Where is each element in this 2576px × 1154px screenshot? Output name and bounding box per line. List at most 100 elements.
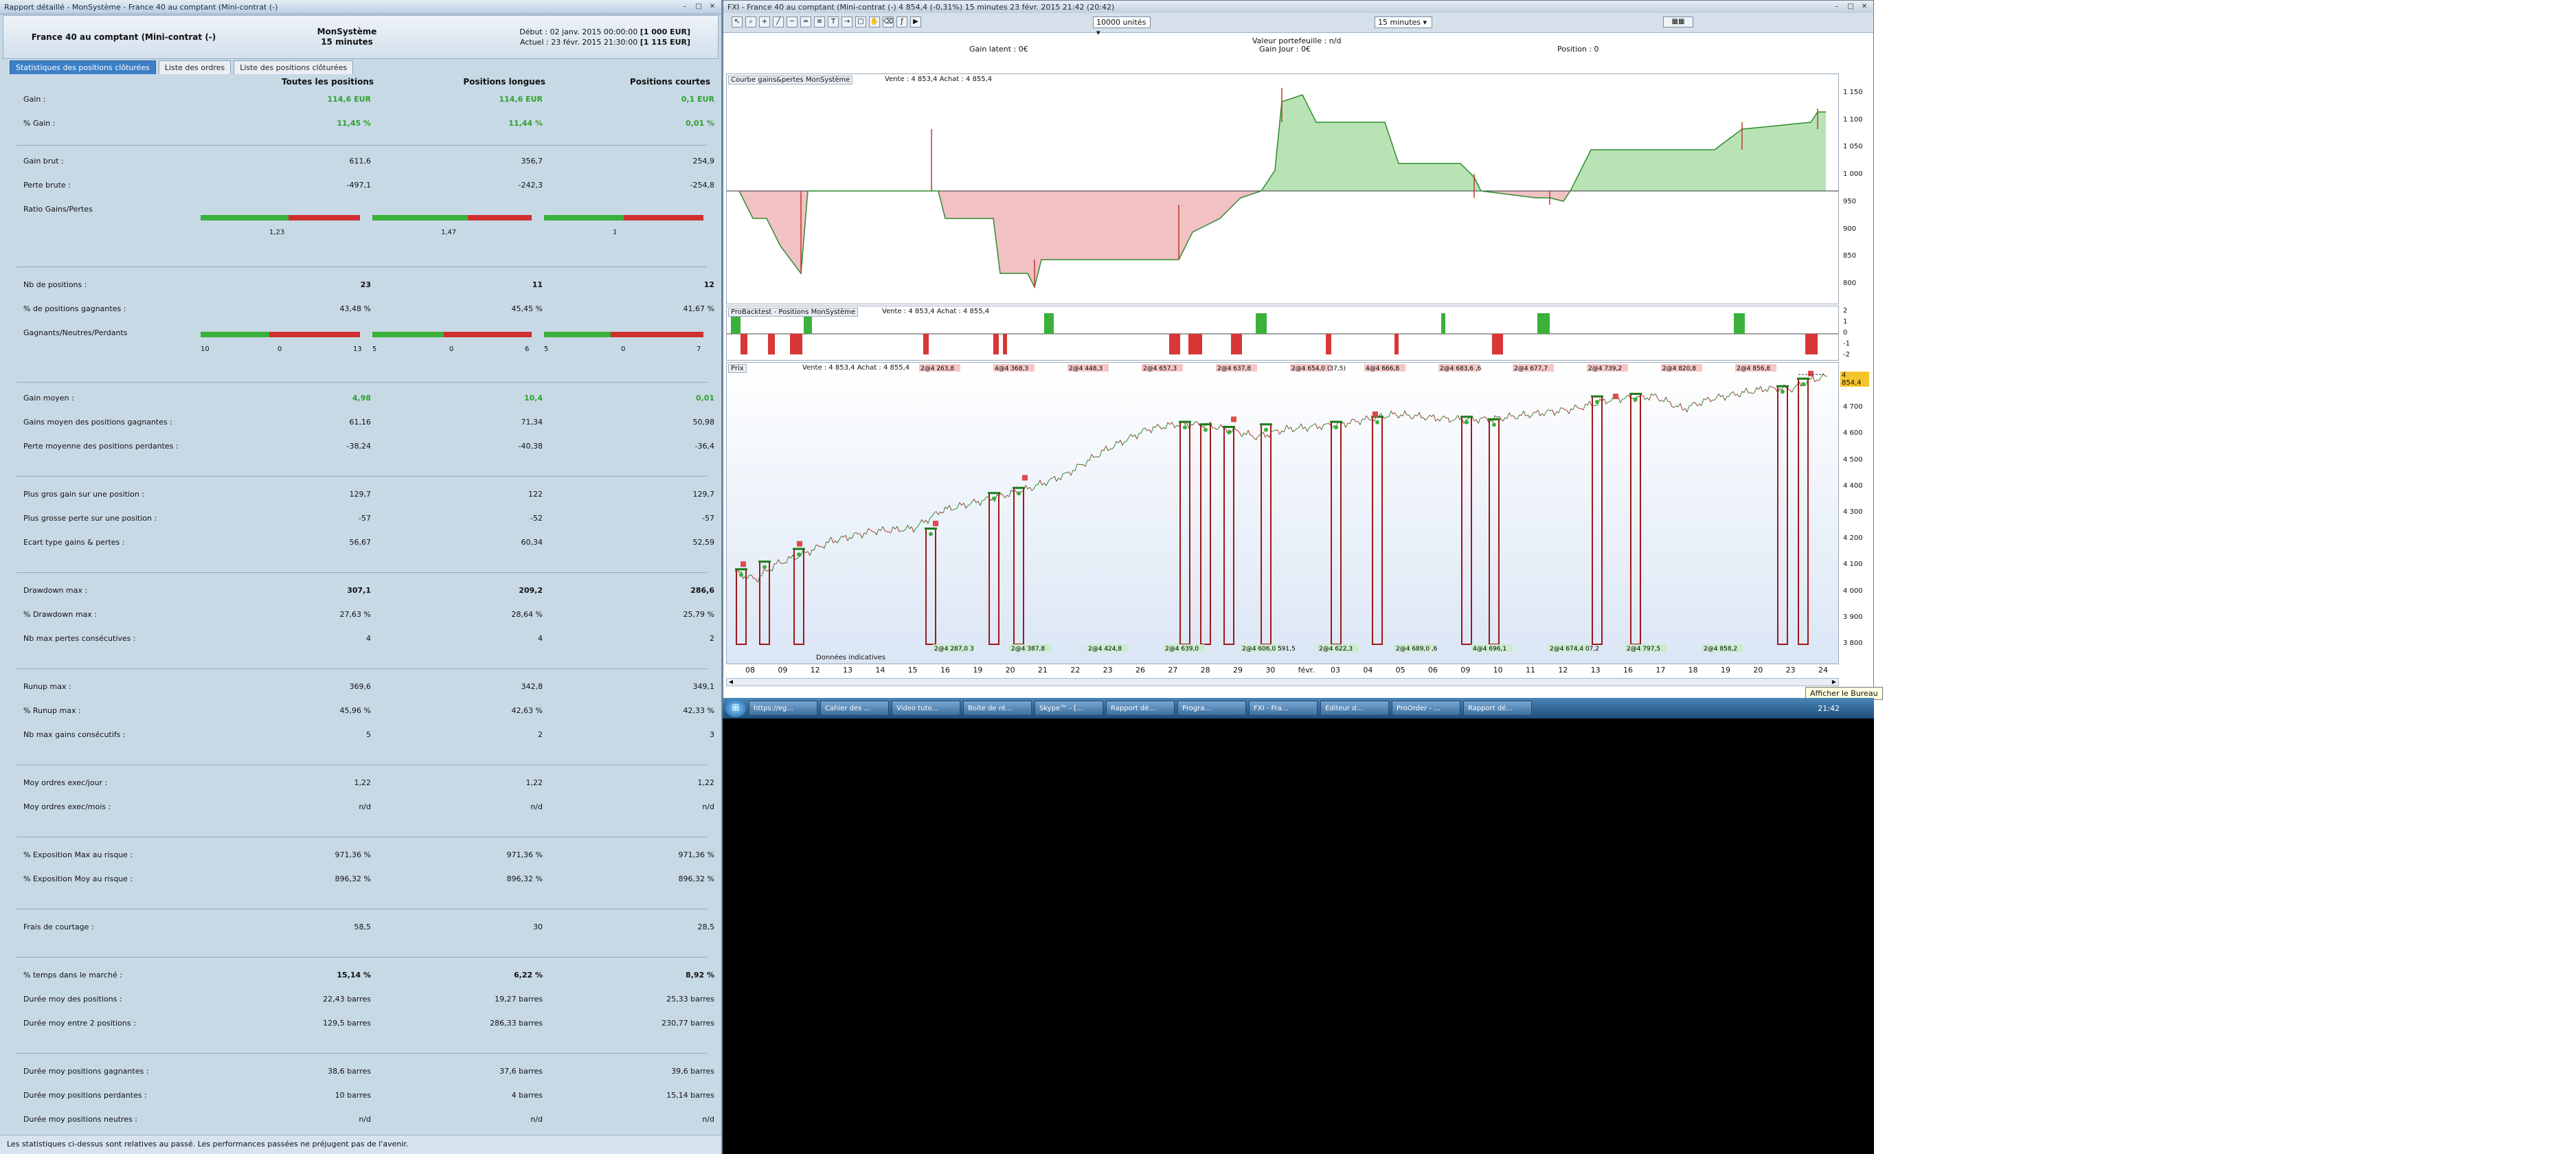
start-button[interactable]: ⊞ bbox=[725, 699, 746, 717]
price-segment bbox=[1062, 473, 1065, 475]
units-select[interactable]: 10000 unités ▾ bbox=[1093, 16, 1151, 37]
taskbar-item[interactable]: ProOrder - ... bbox=[1392, 701, 1460, 716]
price-segment bbox=[1237, 430, 1241, 434]
price-segment bbox=[949, 505, 952, 511]
col-header-short: Positions courtes bbox=[629, 77, 710, 87]
hline-tool-icon[interactable]: ─ bbox=[787, 16, 798, 27]
desktop-background bbox=[723, 719, 1874, 1154]
timeframe-select[interactable]: 15 minutes ▾ bbox=[1375, 16, 1432, 28]
axis-tick-label: 4 400 bbox=[1843, 482, 1863, 490]
price-segment bbox=[1730, 391, 1734, 394]
tab-closed-positions[interactable]: Liste des positions clôturées bbox=[234, 60, 354, 75]
report-titlebar[interactable]: Rapport détaillé - MonSystème - France 4… bbox=[0, 0, 721, 14]
price-segment bbox=[915, 526, 918, 529]
price-segment bbox=[1043, 482, 1047, 486]
minimize-icon[interactable]: – bbox=[680, 3, 690, 11]
separator bbox=[16, 145, 707, 146]
price-segment bbox=[1315, 423, 1318, 429]
equity-loss-area bbox=[739, 191, 1826, 287]
channel-tool-icon[interactable]: ═ bbox=[800, 16, 811, 27]
line-tool-icon[interactable]: ╱ bbox=[773, 16, 784, 27]
price-segment bbox=[1404, 410, 1408, 416]
taskbar-item[interactable]: Rapport dé... bbox=[1463, 701, 1532, 716]
price-segment bbox=[1124, 440, 1127, 442]
date-tick-label: 03 bbox=[1331, 666, 1340, 675]
hand-icon[interactable]: ✋ bbox=[869, 16, 880, 27]
stat-value: 209,2 bbox=[519, 586, 543, 595]
eraser-icon[interactable]: ⌫ bbox=[883, 16, 894, 27]
crosshair-icon[interactable]: + bbox=[759, 16, 770, 27]
close-icon[interactable]: ✕ bbox=[1860, 3, 1869, 11]
long-position-bar bbox=[1044, 313, 1054, 334]
scroll-left-icon[interactable]: ◀ bbox=[727, 679, 735, 686]
tab-orders[interactable]: Liste des ordres bbox=[158, 60, 231, 75]
trading-panel-icon[interactable]: ▦▦ bbox=[1663, 16, 1693, 27]
taskbar-item[interactable]: https://eg... bbox=[749, 701, 817, 716]
price-segment bbox=[917, 523, 920, 528]
price-chart: 2@4 263,8 4@4 368,3 2@4 448,3 2@4 657,3 2@4 … bbox=[734, 364, 1828, 653]
zoom-icon[interactable]: ⌕ bbox=[745, 16, 756, 27]
taskbar-item[interactable]: FXI - Fra... bbox=[1249, 701, 1318, 716]
price-panel[interactable]: 2@4 263,8 4@4 368,3 2@4 448,3 2@4 657,3 2@4 … bbox=[726, 362, 1839, 664]
stat-label: Moy ordres exec/mois : bbox=[23, 802, 111, 811]
price-segment bbox=[1025, 485, 1028, 490]
scroll-right-icon[interactable]: ▶ bbox=[1830, 679, 1838, 686]
trade-box bbox=[1489, 418, 1500, 646]
cursor-icon[interactable]: ↖ bbox=[732, 16, 743, 27]
sell-marker bbox=[1372, 411, 1378, 417]
price-segment bbox=[905, 525, 908, 530]
maximize-icon[interactable]: □ bbox=[694, 3, 703, 11]
taskbar-item[interactable]: Editeur d... bbox=[1320, 701, 1389, 716]
price-segment bbox=[1313, 423, 1316, 426]
trade-label-text: 2@4 639,0 bbox=[1165, 646, 1199, 653]
stat-value: 1,22 bbox=[526, 778, 543, 787]
short-position-bar bbox=[1805, 334, 1818, 354]
price-segment bbox=[1273, 429, 1276, 431]
indicator-icon[interactable]: ƒ bbox=[896, 16, 907, 27]
equity-curve-panel[interactable]: Courbe gains&pertes MonSystème Vente : 4… bbox=[726, 73, 1839, 304]
long-position-bar bbox=[1256, 313, 1267, 334]
price-segment bbox=[1294, 428, 1298, 431]
shape-tool-icon[interactable]: □ bbox=[855, 16, 866, 27]
trade-box bbox=[1223, 426, 1234, 645]
stat-value: 129,7 bbox=[692, 490, 715, 499]
minimize-icon[interactable]: – bbox=[1832, 3, 1842, 11]
price-segment bbox=[919, 519, 923, 523]
backtest-icon[interactable]: ▶ bbox=[910, 16, 921, 27]
date-tick-label: 11 bbox=[1526, 666, 1535, 675]
close-icon[interactable]: ✕ bbox=[708, 3, 717, 11]
taskbar-item[interactable]: Video tuto... bbox=[892, 701, 960, 716]
taskbar-item[interactable]: Boite de ré... bbox=[963, 701, 1032, 716]
tab-statistics[interactable]: Statistiques des positions clôturées bbox=[10, 60, 156, 75]
price-segment bbox=[1669, 401, 1673, 407]
price-segment bbox=[1171, 422, 1175, 427]
price-segment bbox=[965, 505, 969, 509]
price-segment bbox=[929, 516, 933, 519]
price-segment bbox=[880, 526, 883, 531]
price-segment bbox=[876, 529, 879, 535]
positions-panel[interactable]: ProBacktest - Positions MonSystème Vente… bbox=[726, 306, 1839, 361]
stat-value: 25,79 % bbox=[683, 610, 714, 619]
fib-tool-icon[interactable]: ≡ bbox=[814, 16, 825, 27]
price-segment bbox=[907, 525, 910, 529]
text-tool-icon[interactable]: T bbox=[828, 16, 839, 27]
chart-titlebar[interactable]: FXI - France 40 au comptant (Mini-contra… bbox=[723, 1, 1873, 13]
price-segment bbox=[1437, 418, 1440, 422]
stat-value: 0,01 bbox=[695, 394, 714, 403]
taskbar-item[interactable]: Cahier des ... bbox=[820, 701, 889, 716]
chart-scrollbar[interactable]: ◀ ▶ bbox=[726, 678, 1839, 686]
stat-label: % temps dans le marché : bbox=[23, 971, 122, 980]
taskbar-item[interactable]: Skype™ - [... bbox=[1035, 701, 1103, 716]
price-segment bbox=[828, 537, 831, 543]
taskbar-item[interactable]: Rapport dé... bbox=[1106, 701, 1175, 716]
taskbar-item[interactable]: Progra... bbox=[1177, 701, 1246, 716]
price-segment bbox=[1076, 464, 1080, 466]
price-segment bbox=[1465, 418, 1469, 420]
start-date: Début : 02 janv. 2015 00:00:00 bbox=[519, 27, 638, 36]
price-segment bbox=[1521, 410, 1524, 416]
price-segment bbox=[1247, 430, 1251, 435]
arrow-tool-icon[interactable]: → bbox=[841, 16, 852, 27]
maximize-icon[interactable]: □ bbox=[1846, 3, 1855, 11]
separator bbox=[16, 957, 707, 958]
price-segment bbox=[1636, 396, 1640, 398]
